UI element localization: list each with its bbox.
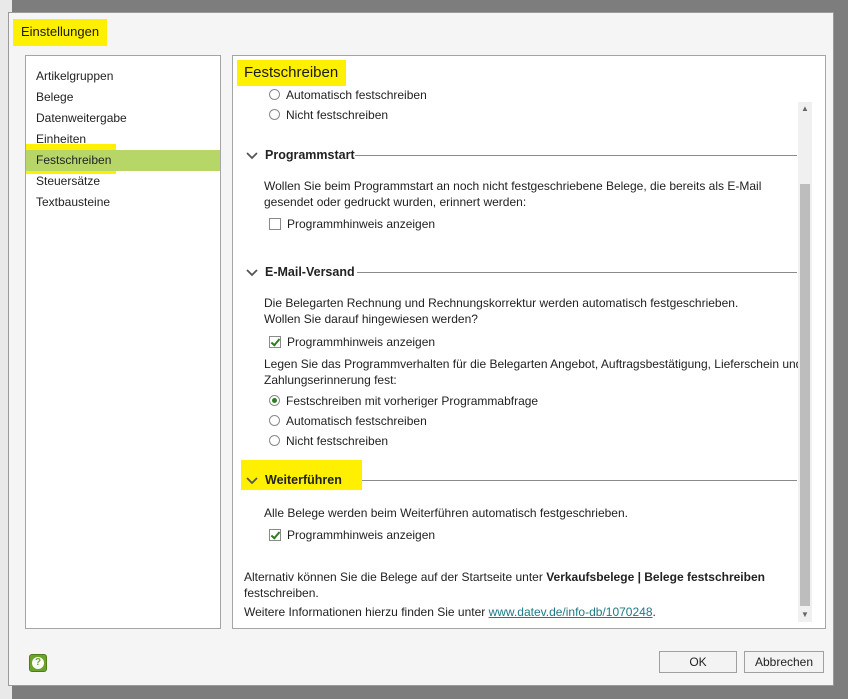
footer-info-prefix: Alternativ können Sie die Belege auf der… — [244, 570, 547, 584]
nav-item-textbausteine[interactable]: Textbausteine — [26, 192, 220, 213]
ok-button[interactable]: OK — [659, 651, 737, 673]
chevron-down-icon — [246, 477, 258, 485]
radio-top-nicht[interactable] — [269, 109, 280, 120]
radio-email-automatisch[interactable] — [269, 415, 280, 426]
settings-dialog: Einstellungen Artikelgruppen Belege Date… — [8, 12, 834, 686]
content-panel: Festschreiben Automatisch festschreiben … — [232, 55, 826, 629]
nav-item-datenweitergabe[interactable]: Datenweitergabe — [26, 108, 220, 129]
radio-top-automatisch[interactable] — [269, 89, 280, 100]
settings-nav: Artikelgruppen Belege Datenweitergabe Ei… — [25, 55, 221, 629]
programmstart-hint-checkbox[interactable] — [269, 218, 281, 230]
email-text-1a: Die Belegarten Rechnung und Rechnungskor… — [264, 296, 739, 310]
info-db-link[interactable]: www.datev.de/info-db/1070248 — [489, 605, 653, 619]
section-email-versand-title: E-Mail-Versand — [265, 265, 355, 279]
section-programmstart-title: Programmstart — [265, 148, 355, 162]
section-divider — [355, 155, 797, 156]
email-hint-checkbox[interactable] — [269, 336, 281, 348]
email-hint-label: Programmhinweis anzeigen — [287, 335, 436, 349]
programmstart-hint-label: Programmhinweis anzeigen — [287, 217, 436, 231]
weiterfuehren-hint-label: Programmhinweis anzeigen — [287, 528, 436, 542]
footer-info-line2: festschreiben. — [244, 586, 319, 600]
chevron-down-icon — [246, 269, 258, 277]
scroll-up-arrow-icon[interactable]: ▲ — [798, 102, 812, 116]
nav-item-artikelgruppen[interactable]: Artikelgruppen — [26, 66, 220, 87]
scroll-down-arrow-icon[interactable]: ▼ — [798, 608, 812, 622]
email-text-2a: Legen Sie das Programmverhalten für die … — [264, 357, 803, 371]
section-divider — [357, 272, 797, 273]
chevron-down-icon — [246, 152, 258, 160]
programmstart-text-1: Wollen Sie beim Programmstart an noch ni… — [264, 179, 762, 193]
section-weiterfuehren-title: Weiterführen — [265, 473, 342, 487]
weiterfuehren-hint-checkbox[interactable] — [269, 529, 281, 541]
footer-more-info-suffix: . — [652, 605, 656, 619]
section-divider — [362, 480, 797, 481]
nav-item-belege[interactable]: Belege — [26, 87, 220, 108]
nav-item-festschreiben[interactable]: Festschreiben — [26, 150, 220, 171]
radio-top-nicht-label: Nicht festschreiben — [286, 108, 389, 122]
radio-email-nicht-label: Nicht festschreiben — [286, 434, 389, 448]
footer-info-line1: Alternativ können Sie die Belege auf der… — [244, 569, 765, 585]
help-icon: ? — [32, 657, 44, 669]
content-title: Festschreiben — [237, 60, 347, 86]
footer-info-line3: Weitere Informationen hierzu finden Sie … — [244, 604, 656, 620]
dialog-title: Einstellungen — [13, 19, 108, 46]
programmstart-text-2: gesendet oder gedruckt wurden, erinnert … — [264, 195, 527, 209]
content-scrollbar[interactable]: ▲ ▼ — [798, 102, 812, 622]
nav-item-steuersaetze[interactable]: Steuersätze — [26, 171, 220, 192]
footer-info-path: Verkaufsbelege | Belege festschreiben — [546, 570, 765, 584]
radio-email-automatisch-label: Automatisch festschreiben — [286, 414, 427, 428]
radio-email-nicht[interactable] — [269, 435, 280, 446]
footer-more-info-prefix: Weitere Informationen hierzu finden Sie … — [244, 605, 489, 619]
weiterfuehren-text: Alle Belege werden beim Weiterführen aut… — [264, 506, 628, 520]
scrollbar-thumb[interactable] — [800, 184, 810, 606]
email-text-1b: Wollen Sie darauf hingewiesen werden? — [264, 312, 478, 326]
radio-top-automatisch-label: Automatisch festschreiben — [286, 88, 427, 102]
cancel-button[interactable]: Abbrechen — [744, 651, 824, 673]
radio-email-programmabfrage-label: Festschreiben mit vorheriger Programmabf… — [286, 394, 539, 408]
email-text-2b: Zahlungserinnerung fest: — [264, 373, 397, 387]
radio-email-programmabfrage[interactable] — [269, 395, 280, 406]
help-button[interactable]: ? — [29, 654, 47, 672]
